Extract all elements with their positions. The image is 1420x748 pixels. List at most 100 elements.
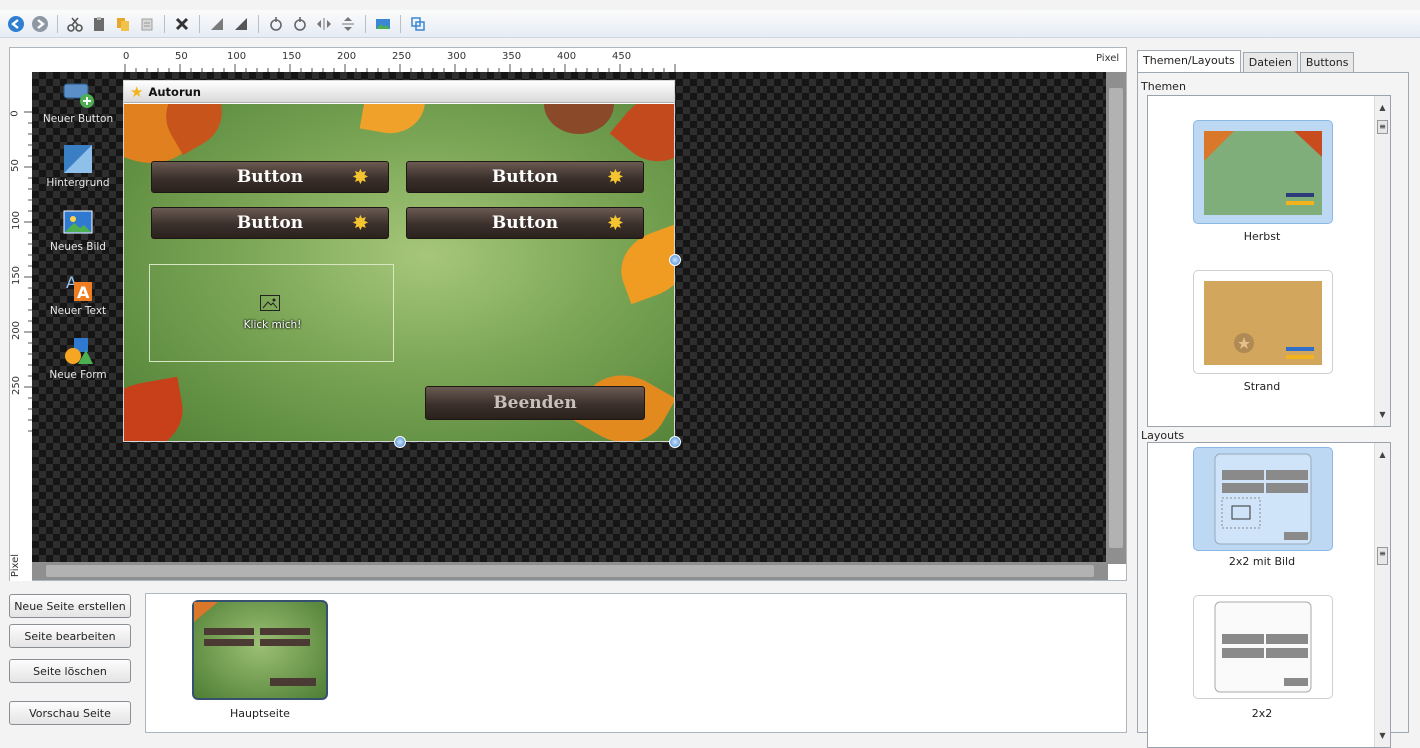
ruler-tick-label: 350 [502, 51, 522, 62]
layout-item-2x2[interactable] [1193, 595, 1333, 699]
scroll-down-icon[interactable]: ▼ [1377, 730, 1388, 741]
bring-front-icon[interactable] [207, 14, 227, 34]
scroll-down-icon[interactable]: ▼ [1377, 409, 1388, 420]
resize-handle-bottom[interactable] [394, 436, 406, 448]
layout-item-2x2-bild[interactable] [1193, 447, 1333, 551]
ruler-tick-label: 400 [557, 51, 577, 62]
scroll-up-icon[interactable]: ▲ [1377, 449, 1388, 460]
window-title: Autorun [148, 84, 201, 99]
tool-label: Neuer Text [49, 305, 107, 317]
back-icon[interactable] [6, 14, 26, 34]
ruler-tick-label: 200 [337, 51, 357, 62]
background-icon [62, 144, 94, 174]
image-icon[interactable] [373, 14, 393, 34]
panel-tabs: Themen/Layouts Dateien Buttons [1137, 50, 1409, 72]
tool-new-shape[interactable]: Neue Form [42, 336, 114, 381]
preview-button-3[interactable]: Button ✸ [151, 207, 389, 239]
preview-page-button[interactable]: Vorschau Seite [9, 701, 131, 725]
ruler-unit-label: Pixel [10, 553, 22, 578]
new-page-button[interactable]: Neue Seite erstellen [9, 594, 131, 618]
pages-list: Hauptseite [145, 593, 1127, 733]
scrollbar-thumb[interactable] [1109, 88, 1123, 548]
flip-vertical-icon[interactable] [338, 14, 358, 34]
toolbar-separator [400, 14, 401, 33]
cut-icon[interactable] [65, 14, 85, 34]
theme-item-herbst[interactable] [1193, 120, 1333, 224]
layout-label: 2x2 mit Bild [1228, 555, 1296, 568]
themes-list[interactable]: Herbst Strand ▲ ≡ ▼ [1147, 95, 1391, 427]
layouts-heading: Layouts [1141, 429, 1185, 442]
flip-horizontal-icon[interactable] [314, 14, 334, 34]
send-back-icon[interactable] [231, 14, 251, 34]
svg-text:A: A [77, 283, 90, 302]
page-thumbnail[interactable] [192, 600, 328, 700]
page-label: Hauptseite [230, 707, 290, 720]
resize-handle-corner[interactable] [669, 436, 681, 448]
layouts-scrollbar[interactable]: ▲ ≡ ▼ [1374, 443, 1390, 747]
duplicate-icon[interactable] [137, 14, 157, 34]
forward-icon[interactable] [30, 14, 50, 34]
button-label: Button [491, 213, 559, 233]
ruler-tick-label: 200 [11, 320, 23, 341]
autorun-window[interactable]: ★ Autorun Button ✸ Button ✸ Button ✸ But… [123, 80, 675, 442]
design-canvas[interactable]: Neuer Button Hintergrund Neues Bild AA N… [32, 72, 1108, 564]
leaf-decoration [124, 376, 190, 441]
ruler-tick-label: 100 [11, 210, 23, 231]
maple-leaf-icon: ✸ [352, 213, 368, 234]
layout-label: 2x2 [1251, 707, 1273, 720]
ruler-tick-label: 250 [392, 51, 412, 62]
vertical-scrollbar[interactable] [1106, 72, 1126, 564]
scrollbar-thumb[interactable]: ≡ [1377, 120, 1388, 134]
image-placeholder-label: Klick mich! [243, 319, 302, 331]
scrollbar-thumb[interactable]: ≡ [1377, 547, 1388, 565]
copy-icon[interactable] [113, 14, 133, 34]
window-titlebar: ★ Autorun [124, 81, 674, 103]
theme-thumbnail [1204, 281, 1322, 365]
rotate-right-icon[interactable] [290, 14, 310, 34]
tab-files[interactable]: Dateien [1242, 52, 1298, 72]
ruler-top: 0 50 100 150 200 250 300 350 400 450 Pix… [32, 48, 1126, 72]
tab-buttons[interactable]: Buttons [1299, 52, 1355, 72]
paste-icon[interactable] [89, 14, 109, 34]
ruler-tick-label: 250 [11, 375, 23, 396]
button-label: Button [236, 213, 304, 233]
themes-heading: Themen [1141, 80, 1186, 93]
tool-background[interactable]: Hintergrund [42, 144, 114, 189]
image-placeholder[interactable]: Klick mich! [149, 264, 394, 362]
preview-button-2[interactable]: Button ✸ [406, 161, 644, 193]
edit-page-button[interactable]: Seite bearbeiten [9, 624, 131, 648]
scroll-up-icon[interactable]: ▲ [1377, 102, 1388, 113]
button-label: Beenden [493, 393, 577, 413]
ruler-tick-label: 50 [175, 51, 188, 62]
toolbar-separator [57, 14, 58, 33]
layers-icon[interactable] [408, 14, 428, 34]
right-panel: Themen/Layouts Dateien Buttons Themen He… [1137, 50, 1409, 748]
themes-scrollbar[interactable]: ▲ ≡ ▼ [1374, 96, 1390, 426]
preview-button-1[interactable]: Button ✸ [151, 161, 389, 193]
button-label: Button [236, 167, 304, 187]
new-button-icon [62, 80, 94, 110]
tab-themes-layouts[interactable]: Themen/Layouts [1137, 50, 1241, 72]
preview-button-4[interactable]: Button ✸ [406, 207, 644, 239]
tool-new-text[interactable]: AA Neuer Text [42, 272, 114, 317]
resize-handle-right[interactable] [669, 254, 681, 266]
page-editor: 0 50 100 150 200 250 300 350 400 450 Pix… [9, 47, 1127, 581]
page-preview [194, 602, 316, 686]
ruler-tick-label: 150 [11, 265, 23, 286]
horizontal-scrollbar[interactable] [32, 562, 1108, 580]
toolbar-separator [365, 14, 366, 33]
toolbar-separator [199, 14, 200, 33]
tool-new-image[interactable]: Neues Bild [42, 208, 114, 253]
tool-new-button[interactable]: Neuer Button [42, 80, 114, 125]
toolbar [0, 10, 1420, 38]
delete-page-button[interactable]: Seite löschen [9, 659, 131, 683]
theme-item-strand[interactable] [1193, 270, 1333, 374]
ruler-tick-label: 50 [9, 159, 21, 172]
scrollbar-thumb[interactable] [46, 565, 1094, 577]
rotate-left-icon[interactable] [266, 14, 286, 34]
tool-label: Hintergrund [46, 177, 110, 189]
exit-button[interactable]: Beenden [425, 386, 645, 420]
layouts-list[interactable]: 2x2 mit Bild 2x2 ▲ ≡ ▼ [1147, 442, 1391, 748]
delete-icon[interactable] [172, 14, 192, 34]
theme-label: Herbst [1243, 230, 1281, 243]
